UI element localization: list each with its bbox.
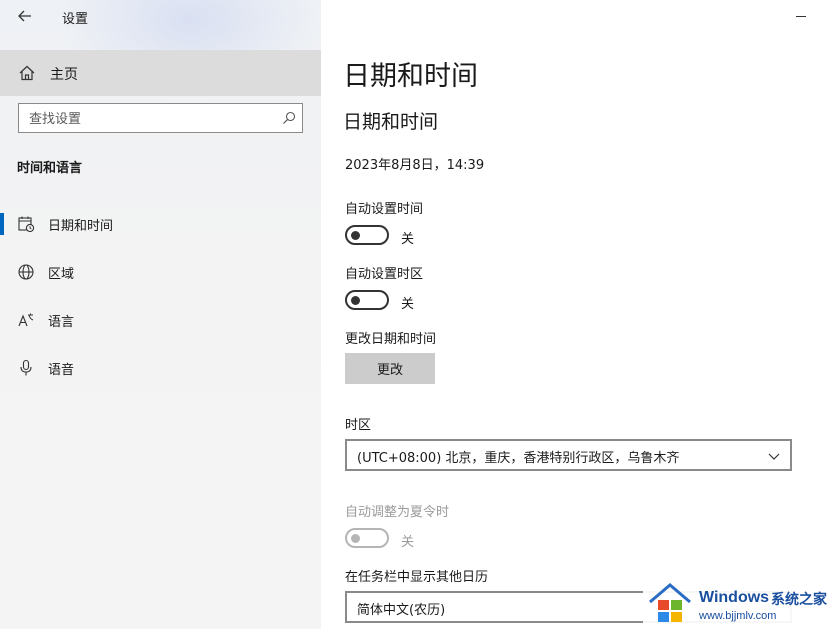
dst-state: 关 bbox=[401, 535, 415, 550]
change-datetime-label: 更改日期和时间 bbox=[345, 332, 437, 347]
app-title: 设置 bbox=[62, 12, 89, 27]
sidebar-item-home[interactable]: 主页 bbox=[0, 50, 321, 96]
watermark-brand: Windows bbox=[699, 589, 770, 606]
auto-timezone-state: 关 bbox=[401, 297, 415, 312]
page-title: 日期和时间 bbox=[343, 61, 478, 92]
search-icon[interactable] bbox=[282, 111, 296, 125]
search-box[interactable] bbox=[18, 103, 303, 133]
dst-label: 自动调整为夏令时 bbox=[345, 505, 450, 520]
watermark: Windows 系统之家 www.bjjmlv.com bbox=[643, 574, 836, 629]
main-content: 日期和时间 日期和时间 2023年8月8日，14:39 自动设置时间 关 自动设… bbox=[321, 0, 836, 629]
timezone-value: (UTC+08:00) 北京，重庆，香港特别行政区，乌鲁木齐 bbox=[357, 451, 680, 466]
toggle-knob bbox=[351, 296, 360, 305]
sidebar-item-label: 语言 bbox=[48, 315, 75, 330]
timezone-label: 时区 bbox=[345, 418, 372, 433]
microphone-icon bbox=[20, 359, 32, 376]
sidebar-item-language[interactable]: 语言 bbox=[0, 300, 321, 340]
calendar-label: 在任务栏中显示其他日历 bbox=[345, 570, 489, 585]
sidebar-item-date-time[interactable]: 日期和时间 bbox=[0, 204, 321, 244]
search-input[interactable] bbox=[27, 108, 271, 130]
dst-toggle[interactable] bbox=[345, 528, 389, 548]
globe-icon bbox=[18, 264, 34, 280]
auto-time-state: 关 bbox=[401, 232, 415, 247]
watermark-url: www.bjjmlv.com bbox=[699, 610, 777, 622]
toggle-knob bbox=[351, 534, 360, 543]
auto-timezone-label: 自动设置时区 bbox=[345, 267, 424, 282]
watermark-brand-cn: 系统之家 bbox=[771, 592, 827, 608]
current-datetime: 2023年8月8日，14:39 bbox=[345, 158, 485, 173]
sidebar-item-region[interactable]: 区域 bbox=[0, 252, 321, 292]
home-icon bbox=[19, 65, 35, 81]
chevron-down-icon bbox=[768, 453, 780, 460]
sidebar-item-speech[interactable]: 语音 bbox=[0, 348, 321, 388]
back-button[interactable] bbox=[10, 4, 40, 28]
auto-timezone-toggle[interactable] bbox=[345, 290, 389, 310]
section-heading: 日期和时间 bbox=[343, 111, 439, 133]
calendar-value: 简体中文(农历) bbox=[357, 603, 446, 618]
timezone-dropdown[interactable]: (UTC+08:00) 北京，重庆，香港特别行政区，乌鲁木齐 bbox=[345, 439, 792, 471]
windows-logo-icon bbox=[649, 583, 691, 622]
section-title: 时间和语言 bbox=[17, 161, 83, 176]
sidebar-item-label: 日期和时间 bbox=[48, 219, 114, 234]
back-arrow-icon bbox=[18, 10, 31, 22]
sidebar-item-label: 区域 bbox=[48, 267, 75, 282]
auto-time-toggle[interactable] bbox=[345, 225, 389, 245]
sidebar-item-label: 语音 bbox=[48, 363, 75, 378]
auto-time-label: 自动设置时间 bbox=[345, 202, 424, 217]
toggle-knob bbox=[351, 231, 360, 240]
minimize-button[interactable] bbox=[794, 8, 808, 22]
sidebar: 设置 主页 时间和语言 日期和时间 区域 bbox=[0, 0, 321, 629]
language-icon bbox=[18, 313, 34, 327]
calendar-clock-icon bbox=[18, 216, 35, 233]
title-bar: 设置 bbox=[0, 0, 321, 33]
home-label: 主页 bbox=[50, 67, 78, 83]
change-button[interactable]: 更改 bbox=[345, 353, 435, 384]
